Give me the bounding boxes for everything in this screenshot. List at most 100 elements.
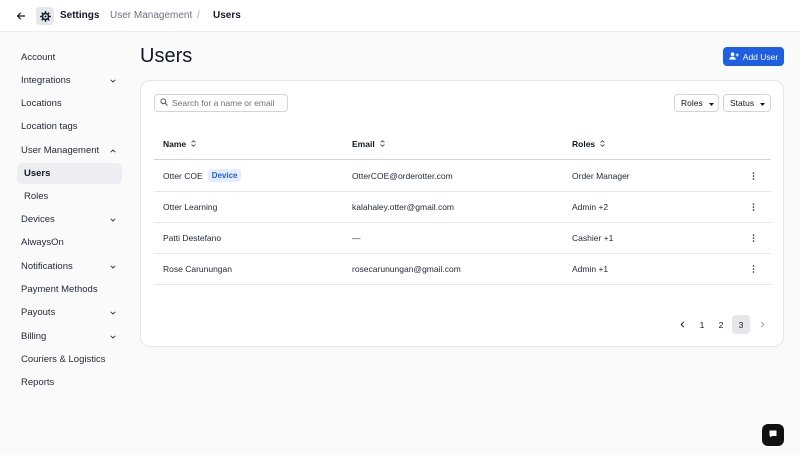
column-header-label: Name xyxy=(163,139,187,149)
user-roles: Cashier +1 xyxy=(572,232,614,243)
user-name-cell: Patti Destefano xyxy=(163,222,221,253)
caret-down-icon xyxy=(760,98,766,108)
sidebar-item-payment-methods[interactable]: Payment Methods xyxy=(14,279,122,300)
breadcrumb-users: Users xyxy=(213,10,241,21)
sidebar-item-label: Reports xyxy=(21,377,55,388)
sidebar-item-label: Payment Methods xyxy=(21,284,98,295)
sidebar-item-notifications[interactable]: Notifications xyxy=(14,256,122,277)
sidebar-item-label: Integrations xyxy=(21,75,71,86)
row-more-icon[interactable] xyxy=(749,253,757,284)
table-row[interactable]: Otter Learning kalahaley.otter@gmail.com… xyxy=(154,191,771,222)
page-title: Users xyxy=(140,45,193,67)
column-header-name[interactable]: Name xyxy=(163,139,196,149)
previous-page-icon[interactable] xyxy=(675,315,689,334)
column-header-roles[interactable]: Roles xyxy=(572,139,605,149)
sidebar-item-label: Users xyxy=(24,168,51,179)
caret-down-icon xyxy=(708,98,714,108)
chat-support-button[interactable] xyxy=(762,424,784,446)
sidebar-item-billing[interactable]: Billing xyxy=(14,326,122,347)
breadcrumb-separator: / xyxy=(197,10,200,21)
chat-bubble-icon xyxy=(768,429,778,441)
breadcrumb-settings[interactable]: Settings xyxy=(60,10,99,22)
sort-icon xyxy=(379,139,385,149)
user-name: Rose Carunungan xyxy=(163,263,232,274)
add-user-icon xyxy=(729,51,739,62)
user-name-cell: Otter Learning xyxy=(163,191,217,222)
search-box[interactable] xyxy=(154,94,288,112)
sidebar-item-account[interactable]: Account xyxy=(14,47,122,68)
user-name: Otter Learning xyxy=(163,201,218,212)
roles-filter-label: Roles xyxy=(681,98,703,108)
chevron-down-icon xyxy=(109,77,116,84)
next-page-icon[interactable] xyxy=(755,315,769,334)
column-header-label: Email xyxy=(352,139,375,149)
chevron-down-icon xyxy=(109,309,116,316)
table-row[interactable]: Patti Destefano — Cashier +1 xyxy=(154,222,771,253)
user-roles: Admin +1 xyxy=(572,263,609,274)
row-divider xyxy=(154,284,771,285)
add-user-label: Add User xyxy=(742,51,779,62)
sidebar-item-label: User Management xyxy=(21,145,100,156)
sidebar-item-roles[interactable]: Roles xyxy=(17,186,122,207)
user-name-cell: Otter COE Device xyxy=(163,160,242,191)
sidebar-item-label: AlwaysOn xyxy=(21,237,64,248)
sidebar-item-label: Couriers & Logistics xyxy=(21,354,106,365)
page-1-button[interactable]: 1 xyxy=(693,315,711,334)
user-email: rosecarunungan@gmail.com xyxy=(352,263,461,274)
row-more-icon[interactable] xyxy=(749,191,757,222)
table-row[interactable]: Rose Carunungan rosecarunungan@gmail.com… xyxy=(154,253,771,284)
sidebar-item-payouts[interactable]: Payouts xyxy=(14,302,122,323)
breadcrumb-user-management[interactable]: User Management xyxy=(110,10,192,22)
sidebar: Account Integrations Locations Location … xyxy=(0,32,132,455)
sidebar-item-label: Notifications xyxy=(21,261,73,272)
sidebar-item-devices[interactable]: Devices xyxy=(14,209,122,230)
sidebar-item-users[interactable]: Users xyxy=(17,163,122,184)
sidebar-item-label: Account xyxy=(21,52,56,63)
status-filter-dropdown[interactable]: Status xyxy=(723,94,771,112)
user-name: Otter COE xyxy=(163,170,203,181)
column-header-label: Roles xyxy=(572,139,596,149)
search-icon xyxy=(160,98,168,108)
sidebar-item-label: Location tags xyxy=(21,121,78,132)
sidebar-item-user-management[interactable]: User Management xyxy=(14,140,122,161)
user-email: kalahaley.otter@gmail.com xyxy=(352,201,455,212)
back-arrow-icon[interactable] xyxy=(14,9,28,23)
add-user-button[interactable]: Add User xyxy=(723,47,784,66)
sidebar-item-label: Roles xyxy=(24,191,49,202)
sidebar-item-label: Billing xyxy=(21,331,47,342)
users-card: Roles Status Name Email Roles Otter COE … xyxy=(140,80,784,347)
page-2-button[interactable]: 2 xyxy=(712,315,730,334)
user-email: OtterCOE@orderotter.com xyxy=(352,170,453,181)
status-filter-label: Status xyxy=(730,98,755,108)
search-input[interactable] xyxy=(172,98,282,108)
sidebar-item-label: Locations xyxy=(21,98,62,109)
device-badge: Device xyxy=(207,169,242,182)
row-more-icon[interactable] xyxy=(749,160,757,191)
roles-filter-dropdown[interactable]: Roles xyxy=(674,94,719,112)
gear-icon xyxy=(36,7,54,25)
user-email: — xyxy=(352,232,361,243)
user-name-cell: Rose Carunungan xyxy=(163,253,232,284)
page-3-button[interactable]: 3 xyxy=(732,315,750,334)
table-row[interactable]: Otter COE Device OtterCOE@orderotter.com… xyxy=(154,160,771,191)
sidebar-item-couriers-logistics[interactable]: Couriers & Logistics xyxy=(14,349,122,370)
sidebar-item-location-tags[interactable]: Location tags xyxy=(14,116,122,137)
chevron-down-icon xyxy=(109,263,116,270)
sort-icon xyxy=(191,139,196,149)
sidebar-item-label: Devices xyxy=(21,214,55,225)
user-roles: Admin +2 xyxy=(572,201,609,212)
sidebar-item-reports[interactable]: Reports xyxy=(14,372,122,393)
sidebar-item-locations[interactable]: Locations xyxy=(14,93,122,114)
chevron-up-icon xyxy=(109,147,116,154)
row-more-icon[interactable] xyxy=(749,222,757,253)
sidebar-item-alwayson[interactable]: AlwaysOn xyxy=(14,232,122,253)
column-header-email[interactable]: Email xyxy=(352,139,385,149)
sidebar-item-label: Payouts xyxy=(21,307,56,318)
sort-icon xyxy=(600,139,605,149)
chevron-down-icon xyxy=(109,333,116,340)
chevron-down-icon xyxy=(109,216,116,223)
sidebar-item-integrations[interactable]: Integrations xyxy=(14,70,122,91)
user-name: Patti Destefano xyxy=(163,232,222,243)
top-bar: Settings User Management / Users xyxy=(0,0,800,32)
user-roles: Order Manager xyxy=(572,170,630,181)
